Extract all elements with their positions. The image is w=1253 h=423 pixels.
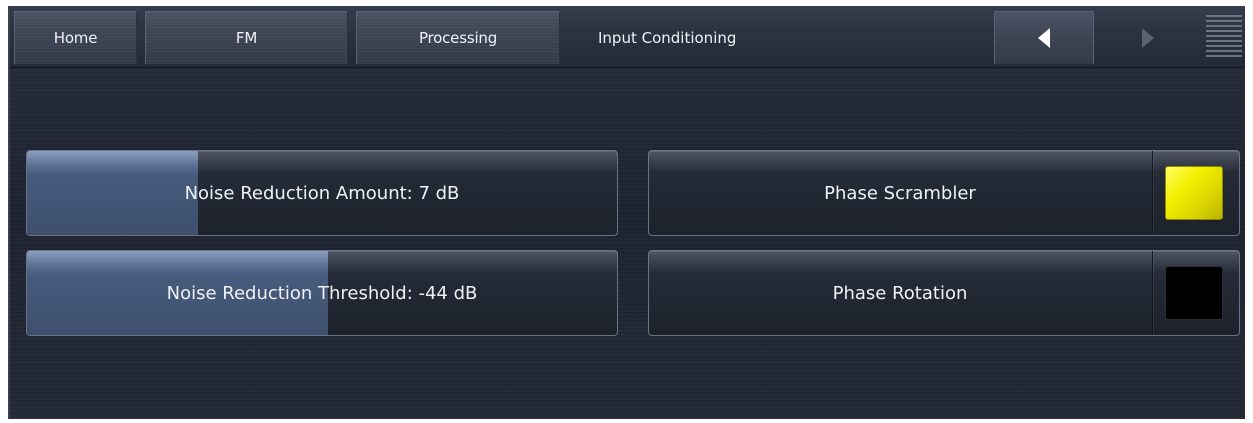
fm-button[interactable]: FM (145, 11, 348, 65)
status-indicator (1165, 266, 1223, 320)
noise-reduction-amount-slider[interactable]: Noise Reduction Amount: 7 dB (26, 150, 618, 236)
triangle-left-icon (1038, 28, 1050, 48)
back-button[interactable] (994, 11, 1094, 65)
phase-scrambler-toggle[interactable]: Phase Scrambler (648, 150, 1240, 236)
triangle-right-icon (1142, 28, 1154, 48)
processing-button[interactable]: Processing (356, 11, 560, 65)
status-indicator (1165, 166, 1223, 220)
slider-label: Noise Reduction Threshold: -44 dB (166, 282, 478, 304)
noise-reduction-threshold-slider[interactable]: Noise Reduction Threshold: -44 dB (26, 250, 618, 336)
app-window: Home FM Processing Input Conditioning No… (8, 6, 1245, 419)
toggle-label: Phase Scrambler (824, 182, 976, 204)
forward-button[interactable] (1098, 11, 1198, 65)
phase-rotation-toggle[interactable]: Phase Rotation (648, 250, 1240, 336)
menu-lines-icon[interactable] (1206, 15, 1242, 63)
page-title: Input Conditioning (598, 29, 737, 47)
slider-label: Noise Reduction Amount: 7 dB (184, 182, 460, 204)
toggle-label: Phase Rotation (832, 282, 968, 304)
top-nav-bar: Home FM Processing Input Conditioning (10, 6, 1245, 68)
home-button[interactable]: Home (14, 11, 137, 65)
